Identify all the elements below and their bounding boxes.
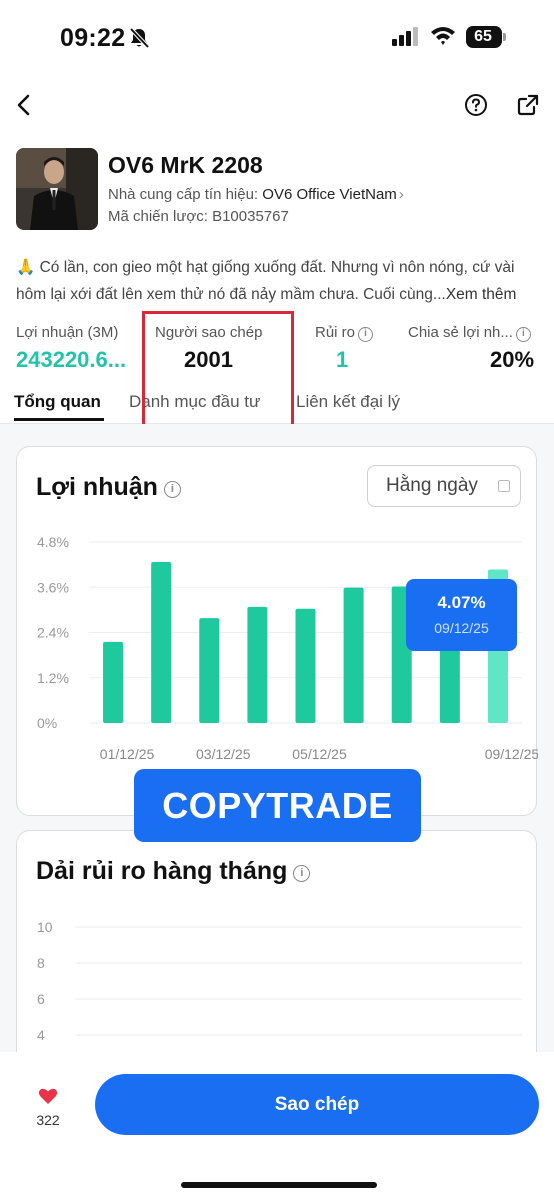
strategy-description: 🙏 Có lần, con gieo một hạt giống xuống đ… — [16, 254, 540, 308]
y-tick-label: 1.2% — [37, 670, 69, 686]
chart-bar[interactable] — [343, 587, 364, 723]
copytrade-banner: COPYTRADE — [134, 769, 421, 842]
tab-agent-links[interactable]: Liên kết đại lý — [296, 392, 400, 412]
chart-bar[interactable] — [439, 647, 460, 723]
back-arrow-icon[interactable] — [10, 90, 40, 120]
y-tick-label: 4 — [37, 1027, 45, 1043]
like-count: 322 — [36, 1112, 60, 1128]
see-more-link[interactable]: Xem thêm — [446, 286, 517, 303]
x-tick-label: 09/12/25 — [485, 746, 538, 762]
info-icon[interactable]: i — [515, 327, 531, 342]
copy-button[interactable]: Sao chép — [95, 1074, 539, 1135]
help-icon[interactable] — [464, 93, 488, 117]
stat-value-profit: 243220.6... — [16, 347, 127, 372]
stat-label-risk: Rủi ro i — [315, 324, 374, 342]
info-icon[interactable]: i — [358, 327, 374, 342]
provider-label: Nhà cung cấp tín hiệu: — [108, 186, 263, 203]
heart-icon[interactable] — [38, 1087, 58, 1105]
tab-overview[interactable]: Tổng quan — [14, 392, 101, 412]
chevron-right-icon: › — [398, 186, 404, 203]
chart-bar[interactable] — [247, 606, 268, 723]
chart-bar[interactable] — [151, 561, 172, 723]
y-tick-label: 6 — [37, 991, 45, 1007]
bell-muted-icon — [129, 27, 150, 49]
provider-name[interactable]: OV6 Office VietNam — [262, 186, 397, 203]
share-icon[interactable] — [516, 93, 540, 117]
status-time: 09:22 — [60, 24, 126, 52]
description-text: 🙏 Có lần, con gieo một hạt giống xuống đ… — [16, 259, 515, 303]
y-tick-label: 8 — [37, 955, 45, 971]
strategy-name: OV6 MrK 2208 — [108, 152, 263, 178]
stat-value-profit-share: 20% — [490, 347, 535, 372]
chart-tooltip: 4.07% 09/12/25 — [406, 579, 517, 651]
y-tick-label: 4.8% — [37, 534, 69, 550]
y-tick-label: 3.6% — [37, 579, 69, 595]
status-bar: 09:22 65 — [0, 0, 554, 76]
tooltip-date: 09/12/25 — [434, 620, 489, 636]
risk-card: Dải rủi ro hàng tháng i 10 8 6 4 — [16, 830, 537, 1090]
stat-label-profit: Lợi nhuận (3M) — [16, 324, 119, 341]
y-tick-label: 10 — [37, 919, 53, 935]
y-tick-label: 2.4% — [37, 625, 69, 641]
strategy-code: Mã chiến lược: B10035767 — [108, 208, 289, 225]
chart-bar[interactable] — [199, 618, 220, 723]
home-indicator — [181, 1182, 377, 1188]
x-tick-label: 01/12/25 — [100, 746, 155, 762]
stat-label-profit-share: Chia sẻ lợi nh... i — [408, 324, 531, 342]
chart-bar[interactable] — [295, 608, 316, 723]
chart-bar[interactable] — [103, 641, 124, 723]
stat-value-risk: 1 — [336, 347, 349, 372]
signal-icon — [392, 27, 418, 46]
battery-icon: 65 — [466, 26, 506, 48]
profit-card: Lợi nhuận i Hằng ngày 0% 1.2% 2.4% 3.6% 4.8% 0… — [16, 446, 538, 816]
y-tick-label: 0% — [37, 715, 57, 731]
x-tick-label: 03/12/25 — [196, 746, 251, 762]
active-tab-indicator — [14, 418, 104, 421]
wifi-icon — [431, 27, 455, 45]
tooltip-value: 4.07% — [437, 593, 486, 612]
avatar — [16, 148, 98, 230]
x-tick-label: 05/12/25 — [292, 746, 347, 762]
highlight-box — [142, 311, 294, 427]
provider-line[interactable]: Nhà cung cấp tín hiệu: OV6 Office VietNa… — [108, 186, 404, 203]
